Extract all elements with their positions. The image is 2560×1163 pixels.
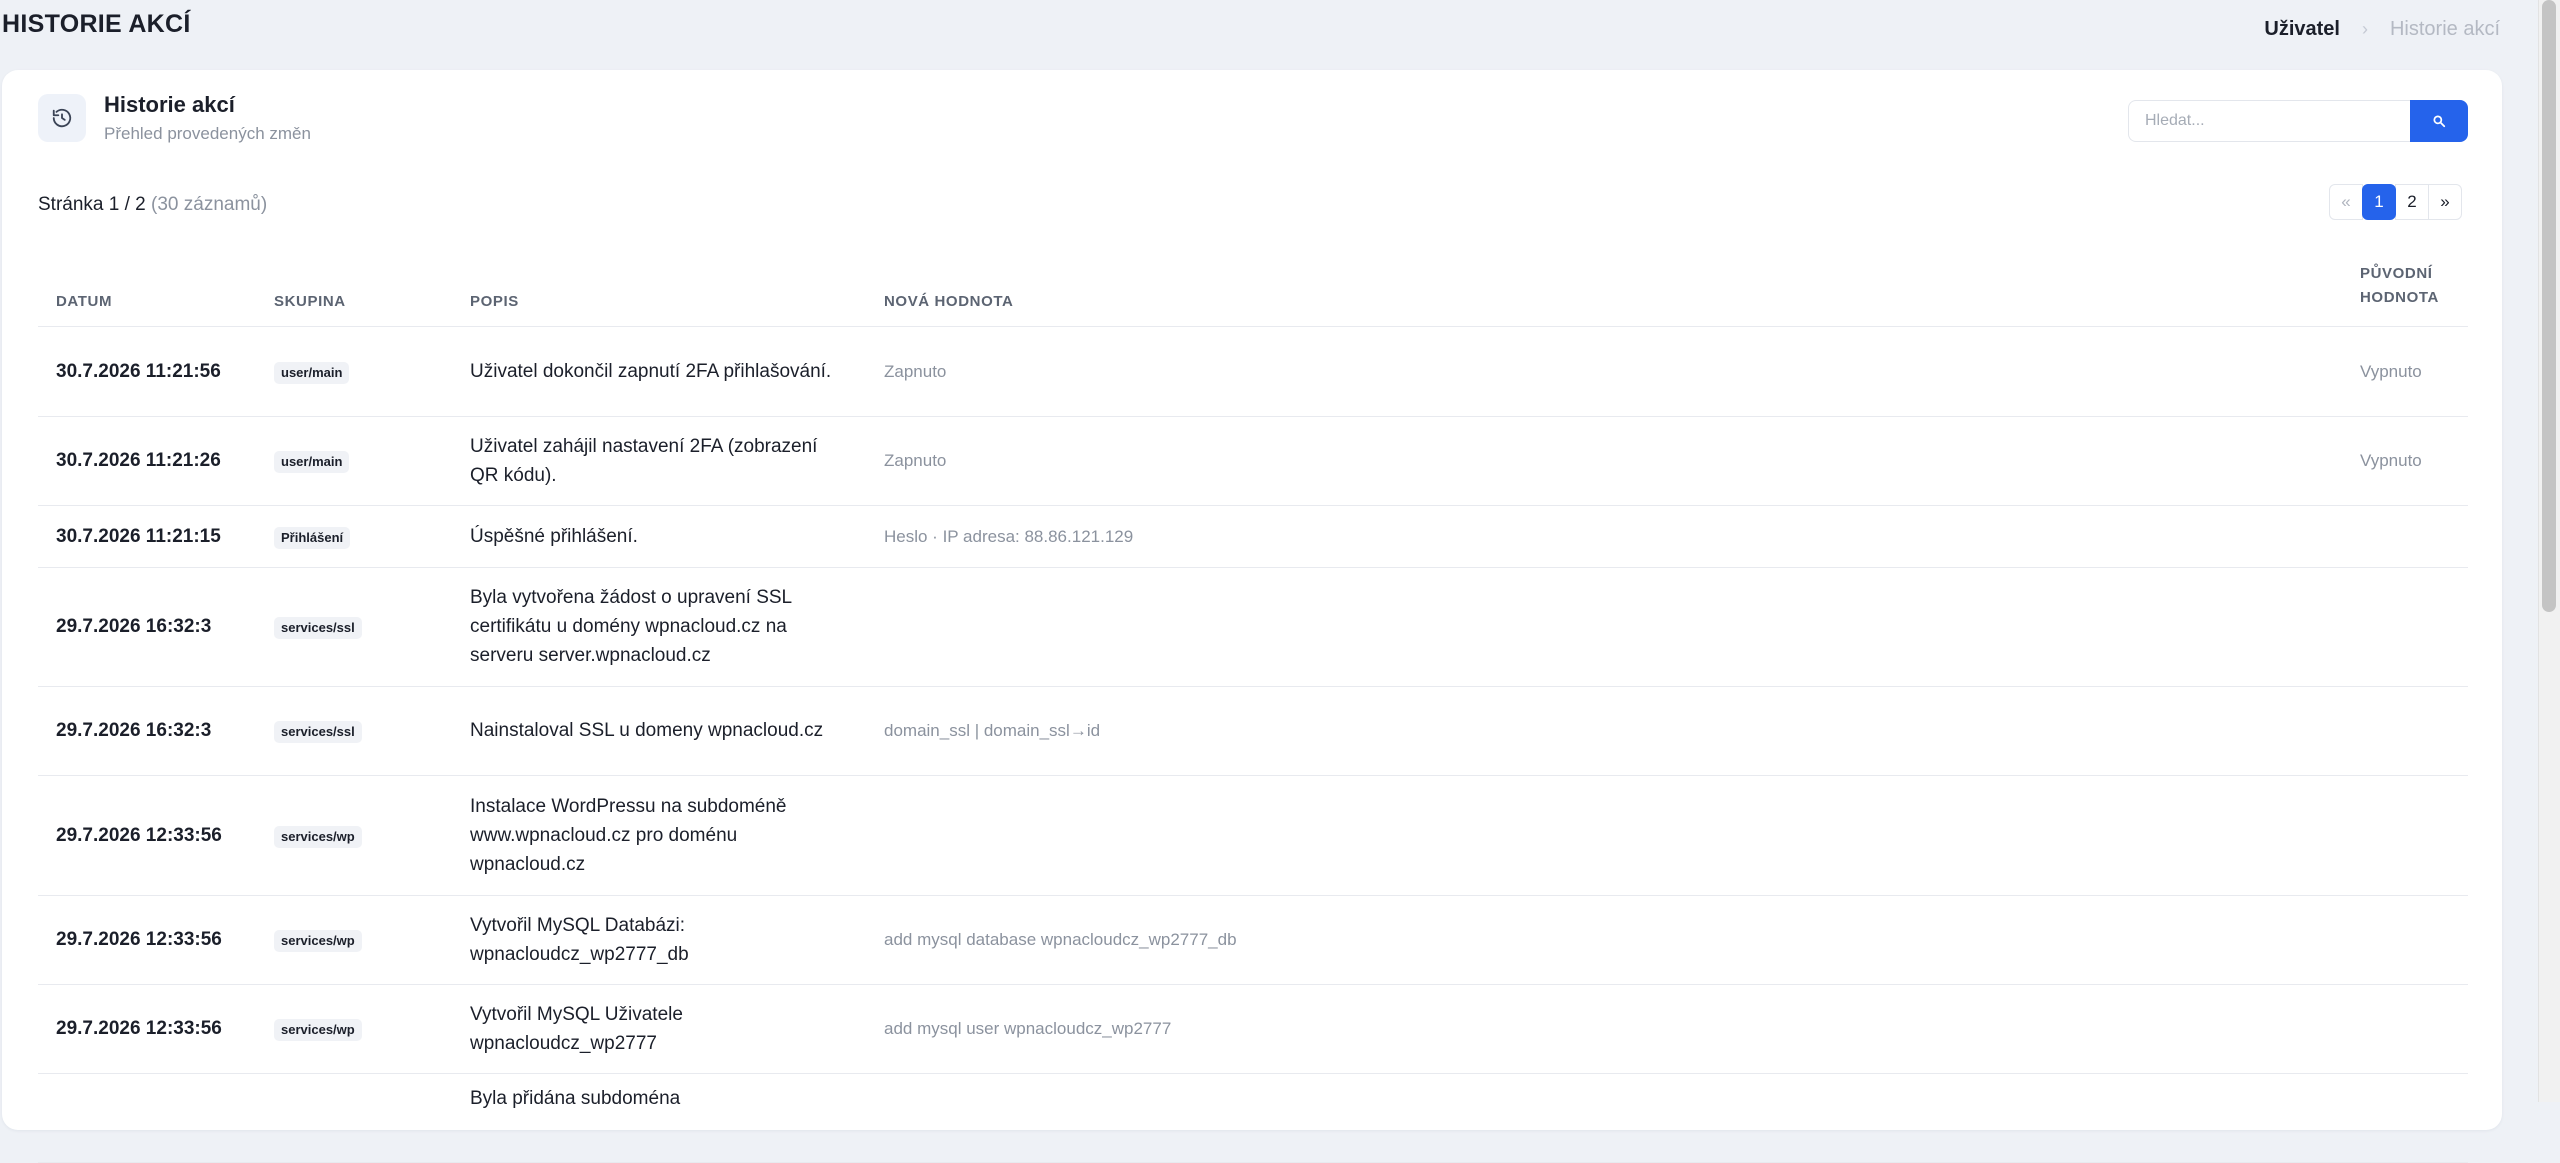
breadcrumb-current: Historie akcí (2389, 18, 2500, 40)
table-row: 30.7.2026 11:21:26 user/main Uživatel za… (38, 416, 2468, 506)
group-badge: user/main (274, 451, 350, 473)
page-scrollbar[interactable] (2538, 0, 2560, 1102)
row-date: 29.7.2026 12:33:56 (38, 984, 256, 1074)
row-description: Byla přidána subdoména (452, 1073, 866, 1163)
breadcrumb-home-link[interactable]: Uživatel (2264, 18, 2340, 41)
row-description: Úspěšné přihlášení. (452, 505, 866, 568)
page-info: Stránka 1 / 2 (30 záznamů) (38, 194, 267, 216)
row-new-value: add mysql user wpnacloudcz_wp2777 (866, 984, 2342, 1074)
group-badge: services/wp (274, 825, 362, 848)
table-row: Byla přidána subdoména (38, 1073, 2468, 1163)
row-new-value: Heslo · IP adresa: 88.86.121.129 (866, 505, 2342, 568)
row-date: 29.7.2026 12:33:56 (38, 895, 256, 985)
row-old-value (2342, 775, 2468, 896)
row-new-value (866, 1073, 2342, 1163)
group-badge: services/ssl (274, 721, 362, 743)
row-description: Vytvořil MySQL Databázi: wpnacloudcz_wp2… (452, 895, 866, 985)
row-date: 30.7.2026 11:21:26 (38, 416, 256, 506)
table-row: 29.7.2026 12:33:56 services/wp Instalace… (38, 775, 2468, 896)
history-icon (38, 94, 86, 142)
table-row: 29.7.2026 16:32:3 services/ssl Byla vytv… (38, 567, 2468, 687)
page-info-label: Stránka 1 / 2 (38, 194, 146, 215)
column-header-group[interactable]: SKUPINA (256, 248, 452, 327)
row-date: 29.7.2026 16:32:3 (38, 567, 256, 687)
search-input[interactable] (2128, 100, 2410, 142)
row-date: 30.7.2026 11:21:15 (38, 505, 256, 568)
record-count: (30 záznamů) (151, 194, 268, 215)
row-new-value: domain_ssl | domain_ssl→id (866, 686, 2342, 776)
group-badge: services/wp (274, 1019, 362, 1041)
table-header-row: DATUM SKUPINA POPIS NOVÁ HODNOTA PŮVODNÍ… (38, 248, 2468, 327)
row-date: 29.7.2026 16:32:3 (38, 686, 256, 776)
row-old-value: Vypnuto (2342, 326, 2468, 417)
card-header: Historie akcí Přehled provedených změn (38, 92, 311, 144)
group-badge: services/wp (274, 930, 362, 952)
row-new-value: add mysql database wpnacloudcz_wp2777_db (866, 895, 2342, 985)
page-heading: HISTORIE AKCÍ (2, 10, 191, 38)
table-row: 30.7.2026 11:21:56 user/main Uživatel do… (38, 326, 2468, 417)
pagination-page-2[interactable]: 2 (2395, 184, 2429, 220)
column-header-old-value[interactable]: PŮVODNÍ HODNOTA (2342, 248, 2468, 327)
row-description: Nainstaloval SSL u domeny wpnacloud.cz (452, 686, 866, 776)
row-old-value (2342, 567, 2468, 687)
pagination: « 1 2 » (2329, 184, 2462, 220)
row-description: Uživatel zahájil nastavení 2FA (zobrazen… (452, 416, 866, 506)
history-table: DATUM SKUPINA POPIS NOVÁ HODNOTA PŮVODNÍ… (38, 248, 2468, 1163)
row-date: 30.7.2026 11:21:56 (38, 326, 256, 417)
search-bar (2128, 100, 2468, 142)
search-icon (2433, 115, 2446, 128)
top-bar: HISTORIE AKCÍ Uživatel › Historie akcí (0, 0, 2530, 70)
row-date (38, 1073, 256, 1163)
row-new-value (866, 567, 2342, 687)
row-description: Instalace WordPressu na subdoméně www.wp… (452, 775, 866, 896)
row-date: 29.7.2026 12:33:56 (38, 775, 256, 896)
search-button[interactable] (2410, 100, 2468, 142)
scrollbar-thumb[interactable] (2542, 0, 2556, 612)
column-header-desc[interactable]: POPIS (452, 248, 866, 327)
column-header-date[interactable]: DATUM (38, 248, 256, 327)
row-new-value (866, 775, 2342, 896)
pagination-page-1[interactable]: 1 (2362, 184, 2396, 220)
card-title: Historie akcí (104, 92, 235, 117)
row-description: Uživatel dokončil zapnutí 2FA přihlašová… (452, 326, 866, 417)
column-header-new-value[interactable]: NOVÁ HODNOTA (866, 248, 2342, 327)
row-description: Vytvořil MySQL Uživatele wpnacloudcz_wp2… (452, 984, 866, 1074)
pagination-next[interactable]: » (2428, 184, 2462, 220)
table-row: 29.7.2026 12:33:56 services/wp Vytvořil … (38, 984, 2468, 1074)
row-old-value (2342, 1073, 2468, 1163)
table-row: 29.7.2026 16:32:3 services/ssl Nainstalo… (38, 686, 2468, 776)
row-old-value (2342, 505, 2468, 568)
table-row: 29.7.2026 12:33:56 services/wp Vytvořil … (38, 895, 2468, 985)
pagination-prev[interactable]: « (2329, 184, 2363, 220)
row-old-value: Vypnuto (2342, 416, 2468, 506)
row-description: Byla vytvořena žádost o upravení SSL cer… (452, 567, 866, 687)
row-new-value: Zapnuto (866, 416, 2342, 506)
row-old-value (2342, 984, 2468, 1074)
row-old-value (2342, 895, 2468, 985)
row-old-value (2342, 686, 2468, 776)
row-new-value: Zapnuto (866, 326, 2342, 417)
table-row: 30.7.2026 11:21:15 Přihlášení Úspěšné př… (38, 505, 2468, 568)
card-subtitle: Přehled provedených změn (104, 124, 311, 143)
group-badge: Přihlášení (274, 526, 351, 549)
breadcrumb: Uživatel › Historie akcí (2264, 18, 2500, 41)
breadcrumb-separator: › (2361, 19, 2368, 39)
history-card: Historie akcí Přehled provedených změn S… (2, 70, 2502, 1163)
group-badge: user/main (274, 361, 350, 384)
group-badge: services/ssl (274, 617, 362, 639)
